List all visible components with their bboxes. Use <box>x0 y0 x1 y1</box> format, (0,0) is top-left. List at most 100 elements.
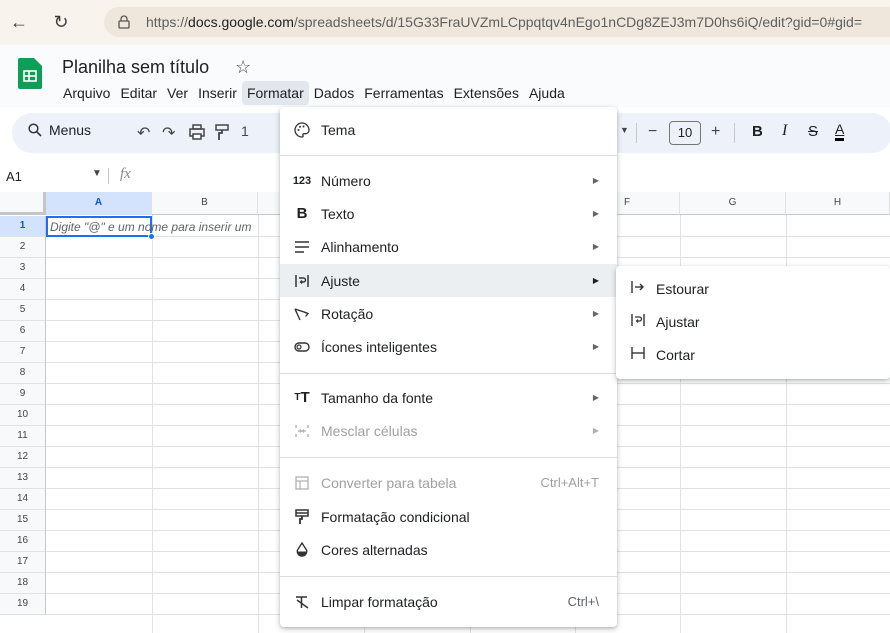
column-header-b[interactable]: B <box>152 192 258 215</box>
name-box[interactable]: A1 <box>6 169 22 184</box>
row-header-13[interactable]: 13 <box>0 468 46 489</box>
menu-item-label: Tamanho da fonte <box>321 389 434 406</box>
menu-item-texto[interactable]: B Texto ▶ <box>280 197 617 230</box>
name-box-dropdown-icon[interactable]: ▼ <box>92 168 102 179</box>
row-header-14[interactable]: 14 <box>0 489 46 510</box>
font-size-icon: TT <box>294 389 310 406</box>
menu-dados[interactable]: Dados <box>309 81 359 105</box>
text-wrap-icon <box>292 271 312 291</box>
menu-search-button[interactable]: Menus <box>28 122 91 138</box>
increase-font-size-button[interactable]: + <box>711 123 720 141</box>
menu-item-label: Rotação <box>321 305 374 322</box>
row-header-3[interactable]: 3 <box>0 258 46 279</box>
menu-arquivo[interactable]: Arquivo <box>58 81 115 105</box>
menu-item-label: Ícones inteligentes <box>321 338 437 355</box>
back-arrow-icon[interactable]: ← <box>8 12 30 34</box>
menu-item-label: Cores alternadas <box>321 541 428 558</box>
menu-item-rotacao[interactable]: Rotação ▶ <box>280 297 617 330</box>
row-header-15[interactable]: 15 <box>0 510 46 531</box>
bold-button[interactable]: B <box>752 123 763 140</box>
print-icon[interactable] <box>189 124 205 140</box>
row-header-17[interactable]: 17 <box>0 552 46 573</box>
italic-button[interactable]: I <box>782 122 787 140</box>
menu-item-label: Mesclar células <box>321 422 418 439</box>
decrease-font-size-button[interactable]: − <box>648 123 657 141</box>
row-header-9[interactable]: 9 <box>0 384 46 405</box>
submenu-item-cortar[interactable]: Cortar <box>616 338 890 371</box>
undo-icon[interactable]: ↶ <box>137 123 150 143</box>
menu-extensoes[interactable]: Extensões <box>449 81 524 105</box>
font-size-input[interactable]: 10 <box>669 121 701 145</box>
star-icon[interactable]: ☆ <box>235 57 251 78</box>
menu-ferramentas[interactable]: Ferramentas <box>359 81 448 105</box>
row-header-19[interactable]: 19 <box>0 594 46 615</box>
menu-bar: Arquivo Editar Ver Inserir Formatar Dado… <box>58 81 570 105</box>
paint-format-icon[interactable] <box>215 124 229 141</box>
row-header-6[interactable]: 6 <box>0 321 46 342</box>
clear-formatting-icon <box>292 592 312 612</box>
column-header-a[interactable]: A <box>46 192 152 215</box>
zoom-value[interactable]: 1 <box>241 123 249 139</box>
fill-drop-icon <box>292 540 312 560</box>
fx-icon: fx <box>120 166 131 182</box>
menu-item-tema[interactable]: Tema <box>280 113 617 146</box>
reload-icon[interactable]: ↻ <box>50 12 72 34</box>
document-title[interactable]: Planilha sem título <box>62 57 209 78</box>
submenu-item-estourar[interactable]: Estourar <box>616 272 890 305</box>
row-header-8[interactable]: 8 <box>0 363 46 384</box>
column-header-g[interactable]: G <box>680 192 786 215</box>
menu-item-converter-tabela[interactable]: Converter para tabela Ctrl+Alt+T <box>280 466 617 499</box>
submenu-item-ajustar[interactable]: Ajustar <box>616 305 890 338</box>
app-header: Planilha sem título ☆ Arquivo Editar Ver… <box>0 45 890 107</box>
menu-formatar[interactable]: Formatar <box>241 81 309 105</box>
submenu-item-label: Estourar <box>656 280 709 297</box>
url-domain: docs.google.com <box>188 14 294 30</box>
menu-item-numero[interactable]: 123 Número ▶ <box>280 164 617 197</box>
format-menu: Tema 123 Número ▶ B Texto ▶ Alinhamento … <box>280 107 617 627</box>
search-icon <box>28 123 42 137</box>
text-color-button[interactable]: A <box>835 120 845 141</box>
menu-item-mesclar-celulas[interactable]: Mesclar células ▶ <box>280 414 617 447</box>
menu-ver[interactable]: Ver <box>162 81 193 105</box>
toolbar-divider <box>636 123 637 143</box>
menu-item-limpar-formatacao[interactable]: Limpar formatação Ctrl+\ <box>280 585 617 618</box>
sheets-logo-icon[interactable] <box>18 58 42 89</box>
menu-item-formatacao-condicional[interactable]: Formatação condicional <box>280 500 617 533</box>
table-icon <box>292 473 312 493</box>
menu-item-tamanho-fonte[interactable]: TT Tamanho da fonte ▶ <box>280 381 617 414</box>
menu-inserir[interactable]: Inserir <box>193 81 242 105</box>
row-header-16[interactable]: 16 <box>0 531 46 552</box>
submenu-item-label: Ajustar <box>656 313 700 330</box>
submenu-arrow-icon: ▶ <box>592 176 599 185</box>
overflow-icon <box>628 280 648 297</box>
row-header-12[interactable]: 12 <box>0 447 46 468</box>
row-header-10[interactable]: 10 <box>0 405 46 426</box>
menu-item-label: Alinhamento <box>321 238 399 255</box>
dropdown-caret-icon[interactable]: ▼ <box>620 125 629 135</box>
menu-item-label: Texto <box>321 205 355 222</box>
row-header-7[interactable]: 7 <box>0 342 46 363</box>
number-format-icon: 123 <box>292 174 312 187</box>
row-header-1[interactable]: 1 <box>0 216 46 237</box>
row-header-18[interactable]: 18 <box>0 573 46 594</box>
menu-item-alinhamento[interactable]: Alinhamento ▶ <box>280 230 617 263</box>
menu-item-label: Converter para tabela <box>321 474 457 491</box>
strikethrough-button[interactable]: S <box>808 123 818 140</box>
row-header-11[interactable]: 11 <box>0 426 46 447</box>
row-header-2[interactable]: 2 <box>0 237 46 258</box>
menu-item-icones-inteligentes[interactable]: Ícones inteligentes ▶ <box>280 330 617 363</box>
menu-item-label: Número <box>321 172 371 189</box>
smart-chip-icon <box>292 337 312 357</box>
row-header-4[interactable]: 4 <box>0 279 46 300</box>
row-header-5[interactable]: 5 <box>0 300 46 321</box>
redo-icon[interactable]: ↷ <box>162 123 175 143</box>
fill-handle[interactable] <box>148 233 155 240</box>
menu-item-ajuste[interactable]: Ajuste ▶ <box>280 264 617 297</box>
submenu-item-label: Cortar <box>656 346 695 363</box>
menu-item-cores-alternadas[interactable]: Cores alternadas <box>280 533 617 566</box>
column-header-h[interactable]: H <box>786 192 890 215</box>
address-bar[interactable]: https://docs.google.com/spreadsheets/d/1… <box>104 7 890 37</box>
menu-ajuda[interactable]: Ajuda <box>524 81 570 105</box>
select-all-corner[interactable] <box>0 192 46 215</box>
menu-editar[interactable]: Editar <box>115 81 162 105</box>
